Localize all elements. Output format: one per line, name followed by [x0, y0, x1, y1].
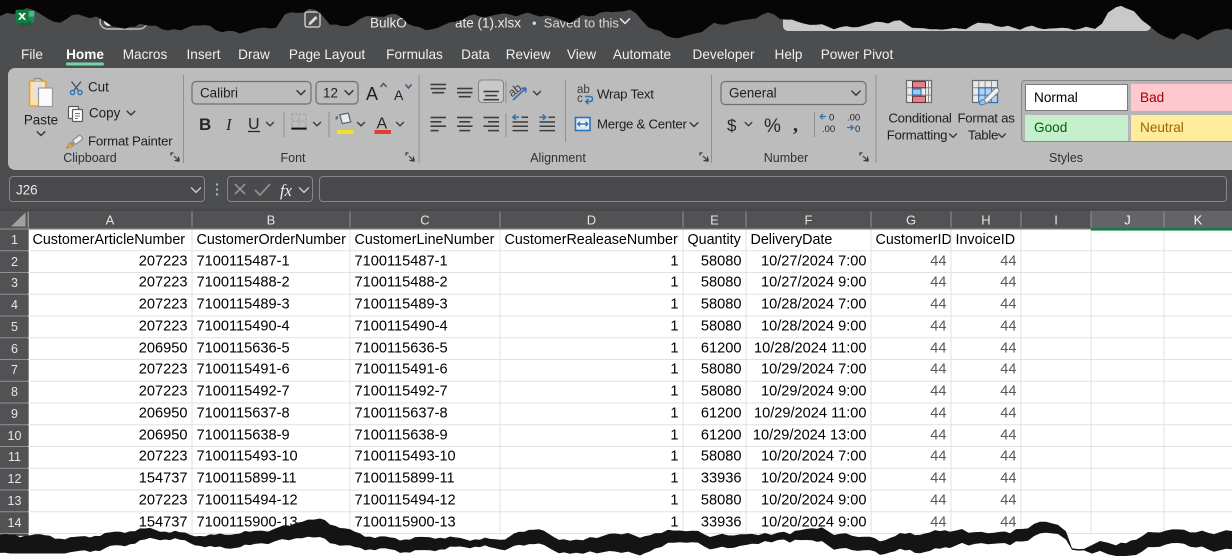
svg-text:A: A: [366, 84, 378, 104]
svg-text:ab: ab: [505, 80, 524, 99]
svg-text:B: B: [199, 115, 211, 134]
svg-text:I: I: [225, 115, 233, 134]
svg-text:c: c: [577, 93, 583, 105]
svg-text:%: %: [764, 116, 781, 137]
svg-text:A: A: [377, 116, 388, 133]
svg-text:0: 0: [829, 113, 834, 124]
svg-text:.00: .00: [822, 124, 835, 135]
svg-text:0: 0: [855, 124, 860, 135]
svg-text:,: ,: [793, 114, 798, 136]
svg-text:$: $: [727, 116, 737, 135]
svg-text:U: U: [248, 116, 260, 133]
svg-text:A: A: [394, 87, 404, 103]
svg-text:.00: .00: [847, 113, 860, 124]
svg-text:fx: fx: [280, 181, 293, 200]
